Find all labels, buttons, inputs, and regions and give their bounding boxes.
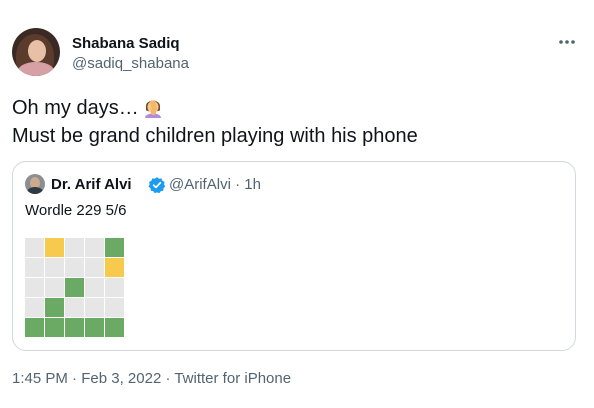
quoted-tweet-card[interactable]: Dr. Arif Alvi @ArifAlvi · 1h Wordle 229 … — [12, 161, 576, 351]
wordle-cell-green — [65, 278, 84, 297]
wordle-cell-yellow — [105, 258, 124, 277]
meta-separator: · — [161, 370, 175, 387]
wordle-cell-empty — [65, 238, 84, 257]
verified-badge-icon — [148, 177, 166, 194]
wordle-row — [25, 258, 129, 277]
wordle-cell-green — [45, 318, 64, 337]
quoted-author-name[interactable]: Dr. Arif Alvi — [51, 176, 132, 194]
wordle-cell-empty — [25, 298, 44, 317]
wordle-cell-empty — [85, 238, 104, 257]
wordle-cell-empty — [45, 278, 64, 297]
wordle-row — [25, 278, 129, 297]
meta-separator: · — [67, 370, 82, 387]
wordle-cell-empty — [85, 258, 104, 277]
avatar[interactable] — [12, 28, 60, 76]
wordle-cell-green — [25, 318, 44, 337]
wordle-cell-empty — [65, 298, 84, 317]
wordle-grid — [25, 238, 129, 338]
tweet-source[interactable]: Twitter for iPhone — [174, 370, 291, 387]
wordle-cell-green — [65, 318, 84, 337]
wordle-cell-empty — [25, 278, 44, 297]
quoted-handle-time[interactable]: @ArifAlvi · 1h — [169, 176, 261, 194]
wordle-cell-empty — [25, 258, 44, 277]
author-handle[interactable]: @sadiq_shabana — [72, 55, 189, 73]
quoted-avatar[interactable] — [25, 174, 45, 194]
tweet-text-line-2: Must be grand children playing with his … — [12, 125, 418, 147]
wordle-cell-green — [85, 318, 104, 337]
facepalm-woman-icon — [144, 100, 161, 118]
tweet-date[interactable]: Feb 3, 2022 — [81, 370, 161, 387]
wordle-row — [25, 238, 129, 257]
tweet-text: Oh my days… Must be grand children playi… — [12, 94, 418, 150]
wordle-cell-green — [105, 318, 124, 337]
quoted-text: Wordle 229 5/6 — [25, 202, 127, 219]
wordle-cell-empty — [105, 278, 124, 297]
tweet-text-line-1: Oh my days… — [12, 97, 139, 119]
wordle-cell-green — [105, 238, 124, 257]
wordle-cell-green — [45, 298, 64, 317]
author-name[interactable]: Shabana Sadiq — [72, 35, 180, 53]
wordle-cell-empty — [45, 258, 64, 277]
wordle-cell-empty — [65, 258, 84, 277]
wordle-cell-empty — [85, 298, 104, 317]
wordle-row — [25, 318, 129, 337]
wordle-cell-empty — [25, 238, 44, 257]
wordle-row — [25, 298, 129, 317]
tweet-time[interactable]: 1:45 PM — [12, 370, 68, 387]
wordle-cell-yellow — [45, 238, 64, 257]
more-options-icon[interactable] — [556, 32, 578, 52]
wordle-cell-empty — [105, 298, 124, 317]
tweet-meta: 1:45 PM · Feb 3, 2022 · Twitter for iPho… — [12, 370, 291, 388]
tweet: Shabana Sadiq @sadiq_shabana Oh my days…… — [0, 0, 594, 408]
wordle-cell-empty — [85, 278, 104, 297]
